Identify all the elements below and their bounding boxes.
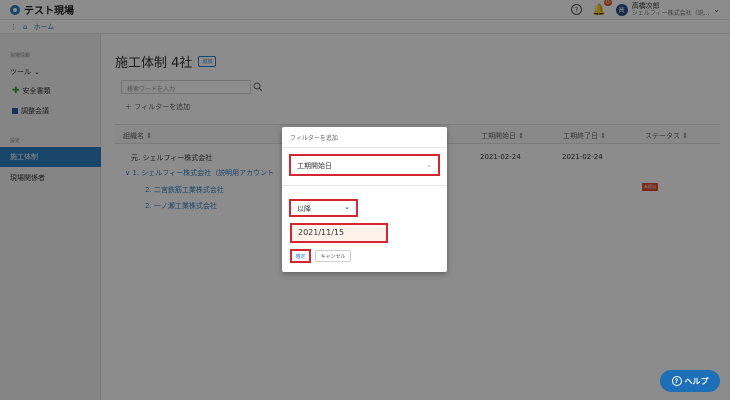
chevron-down-icon: ⌄ xyxy=(426,161,432,169)
help-button[interactable]: ? ヘルプ xyxy=(660,370,720,392)
date-input[interactable]: 2021/11/15 xyxy=(290,223,388,243)
modal-title: フィルターを追加 xyxy=(290,135,338,142)
confirm-button[interactable]: 確定 xyxy=(290,249,311,263)
question-circle-icon: ? xyxy=(671,376,682,386)
chevron-down-icon: ⌄ xyxy=(344,203,350,211)
filter-modal: フィルターを追加 工期開始日 ⌄ 以降 ⌄ 2021/11/15 確定 キャンセ… xyxy=(282,127,447,272)
cancel-button[interactable]: キャンセル xyxy=(315,250,351,262)
filter-condition-select[interactable]: 以降 ⌄ xyxy=(289,199,358,217)
filter-field-select[interactable]: 工期開始日 ⌄ xyxy=(289,154,440,176)
